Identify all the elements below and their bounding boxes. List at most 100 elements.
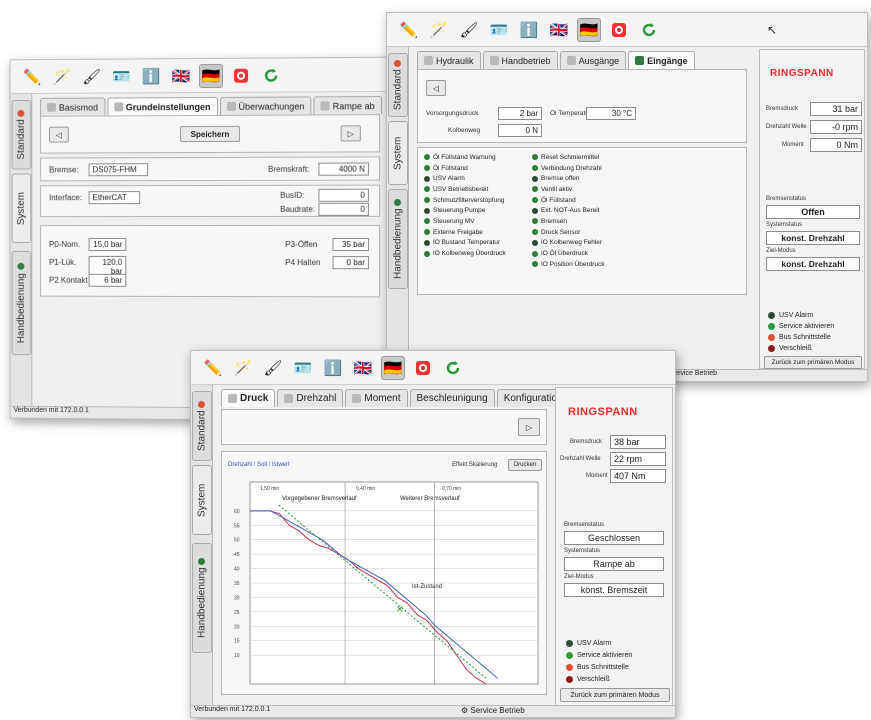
sidebar-tab-label: System bbox=[392, 136, 404, 170]
tab-label: Hydraulik bbox=[436, 55, 474, 66]
p3-field[interactable]: 35 bar bbox=[332, 237, 369, 252]
p4-field[interactable]: 0 bar bbox=[332, 256, 369, 270]
back-to-primary-button[interactable]: Zurück zum primären Modus bbox=[560, 688, 670, 702]
card-icon[interactable]: 🪪 bbox=[291, 356, 315, 380]
record-icon[interactable] bbox=[607, 18, 631, 42]
prev-button[interactable]: ◁ bbox=[49, 126, 69, 143]
tab-icon bbox=[228, 394, 237, 403]
chart-window: ✏️ 🪄 🖌 🪪 ℹ️ 🇬🇧 🇩🇪 Standard System Handbe… bbox=[190, 350, 676, 718]
input-indicator: Öl Füllstand bbox=[532, 195, 652, 206]
german-flag-icon[interactable]: 🇩🇪 bbox=[381, 355, 405, 380]
indicator-service: Service aktivieren bbox=[768, 323, 834, 330]
back-to-primary-button[interactable]: Zurück zum primären Modus bbox=[764, 356, 862, 369]
brush-icon[interactable]: 🖌 bbox=[80, 64, 104, 88]
piston-field[interactable]: 0 N bbox=[498, 124, 542, 137]
sidebar-tab-standard[interactable]: Standard bbox=[388, 53, 408, 117]
system-state-label: Systemstatus bbox=[564, 548, 601, 554]
p0-field[interactable]: 15,0 bar bbox=[88, 238, 127, 251]
y-tick-label: 60 bbox=[234, 509, 240, 515]
supply-pressure-field[interactable]: 2 bar bbox=[498, 107, 542, 120]
tab-outputs[interactable]: Ausgänge bbox=[559, 51, 627, 69]
german-flag-icon[interactable]: 🇩🇪 bbox=[199, 63, 224, 88]
brush-icon[interactable]: 🖌 bbox=[261, 356, 285, 380]
prev-button[interactable]: ◁ bbox=[426, 80, 446, 96]
status-dot bbox=[532, 229, 538, 236]
uk-flag-icon[interactable]: 🇬🇧 bbox=[169, 64, 193, 88]
sidebar-tab-standard[interactable]: Standard bbox=[192, 391, 212, 461]
status-dot bbox=[424, 218, 430, 225]
pencil-icon[interactable]: ✏️ bbox=[201, 356, 225, 380]
sidebar: Standard System Handbedienung bbox=[191, 385, 213, 717]
sidebar-tab-system[interactable]: System bbox=[11, 173, 32, 243]
sidebar-tab-manual[interactable]: Handbedienung bbox=[11, 250, 32, 356]
card-icon[interactable]: 🪪 bbox=[487, 18, 511, 42]
tab-monitoring[interactable]: Überwachungen bbox=[219, 96, 312, 115]
tab-icon bbox=[635, 56, 645, 65]
input-indicator: Öl Füllstand Warnung bbox=[424, 152, 524, 163]
brake-field[interactable]: DS075-FHM bbox=[88, 163, 149, 177]
print-button[interactable]: Drucken bbox=[508, 459, 542, 471]
oil-temp-field[interactable]: 30 °C bbox=[586, 107, 636, 120]
record-icon[interactable] bbox=[411, 356, 435, 380]
uk-flag-icon[interactable]: 🇬🇧 bbox=[351, 356, 375, 380]
sidebar-tab-manual[interactable]: Handbedienung bbox=[388, 189, 408, 289]
tab-speed[interactable]: Drehzahl bbox=[277, 389, 344, 407]
sidebar-tab-standard[interactable]: Standard bbox=[11, 99, 32, 170]
speed-readout: -0 rpm bbox=[810, 120, 862, 134]
refresh-icon[interactable] bbox=[637, 18, 661, 42]
interface-label: Interface: bbox=[49, 193, 83, 203]
sidebar-tab-system[interactable]: System bbox=[388, 121, 408, 185]
refresh-icon[interactable] bbox=[441, 356, 465, 380]
indicator-label: Bus Schnittstelle bbox=[577, 664, 629, 671]
indicator-service: Service aktivieren bbox=[566, 652, 632, 659]
german-flag-icon[interactable]: 🇩🇪 bbox=[577, 17, 601, 42]
tab-ramp-down[interactable]: Rampe ab bbox=[313, 96, 382, 115]
info-icon[interactable]: ℹ️ bbox=[321, 356, 345, 380]
sidebar-tab-manual[interactable]: Handbedienung bbox=[192, 543, 212, 653]
sidebar-tab-system[interactable]: System bbox=[192, 465, 212, 535]
force-field[interactable]: 4000 N bbox=[318, 162, 369, 176]
input-label: Externe Freigabe bbox=[433, 228, 483, 236]
pencil-icon[interactable]: ✏️ bbox=[20, 65, 44, 89]
busid-field[interactable]: 0 bbox=[318, 188, 369, 202]
status-dot bbox=[532, 207, 538, 214]
service-mode-label: Service Betrieb bbox=[669, 370, 717, 377]
status-dot bbox=[424, 197, 430, 204]
brake-state-label: Bremsenstatus bbox=[766, 196, 807, 202]
wand-icon[interactable]: 🪄 bbox=[50, 64, 74, 88]
p2-field[interactable]: 6 bar bbox=[88, 273, 127, 287]
save-button[interactable]: Speichern bbox=[180, 125, 241, 143]
record-icon[interactable] bbox=[229, 63, 253, 87]
wand-icon[interactable]: 🪄 bbox=[231, 356, 255, 380]
current-state-marker: ✕ bbox=[396, 604, 404, 614]
status-dot bbox=[424, 207, 430, 214]
next-button[interactable]: ▷ bbox=[340, 125, 361, 142]
tab-basic-settings[interactable]: Grundeinstellungen bbox=[106, 96, 218, 116]
status-sidebar: RINGSPANN Bremsdruck 31 bar Drehzahl Wel… bbox=[759, 49, 865, 369]
next-button[interactable]: ▷ bbox=[518, 418, 540, 436]
oil-temp-label: Öl Temperatur bbox=[550, 110, 592, 117]
info-icon[interactable]: ℹ️ bbox=[517, 18, 541, 42]
info-icon[interactable]: ℹ️ bbox=[139, 64, 163, 88]
pencil-icon[interactable]: ✏️ bbox=[397, 18, 421, 42]
brush-icon[interactable]: 🖌 bbox=[457, 18, 481, 42]
tab-torque[interactable]: Moment bbox=[345, 389, 408, 407]
tab-label: Beschleunigung bbox=[416, 393, 488, 404]
phase-label: Weiterer Bremsverlauf bbox=[400, 496, 460, 502]
tab-acceleration[interactable]: Beschleunigung bbox=[409, 389, 495, 407]
tab-inputs[interactable]: Eingänge bbox=[628, 51, 695, 69]
interface-field[interactable]: EtherCAT bbox=[88, 191, 141, 205]
tab-basismode[interactable]: Basismod bbox=[40, 97, 105, 116]
tab-hydraulics[interactable]: Hydraulik bbox=[417, 51, 481, 69]
uk-flag-icon[interactable]: 🇬🇧 bbox=[547, 18, 571, 42]
indicator-label: Bus Schnittstelle bbox=[779, 334, 831, 341]
wand-icon[interactable]: 🪄 bbox=[427, 18, 451, 42]
p0-label: P0-Nom. bbox=[49, 239, 81, 249]
baudrate-field[interactable]: 0 bbox=[318, 202, 369, 216]
status-dot bbox=[532, 239, 538, 246]
refresh-icon[interactable] bbox=[259, 63, 283, 87]
tab-pressure[interactable]: Druck bbox=[221, 389, 276, 407]
card-icon[interactable]: 🪪 bbox=[109, 64, 133, 88]
input-indicator: IO Position Überdruck bbox=[532, 259, 652, 270]
tab-manual-operation[interactable]: Handbetrieb bbox=[482, 51, 558, 69]
